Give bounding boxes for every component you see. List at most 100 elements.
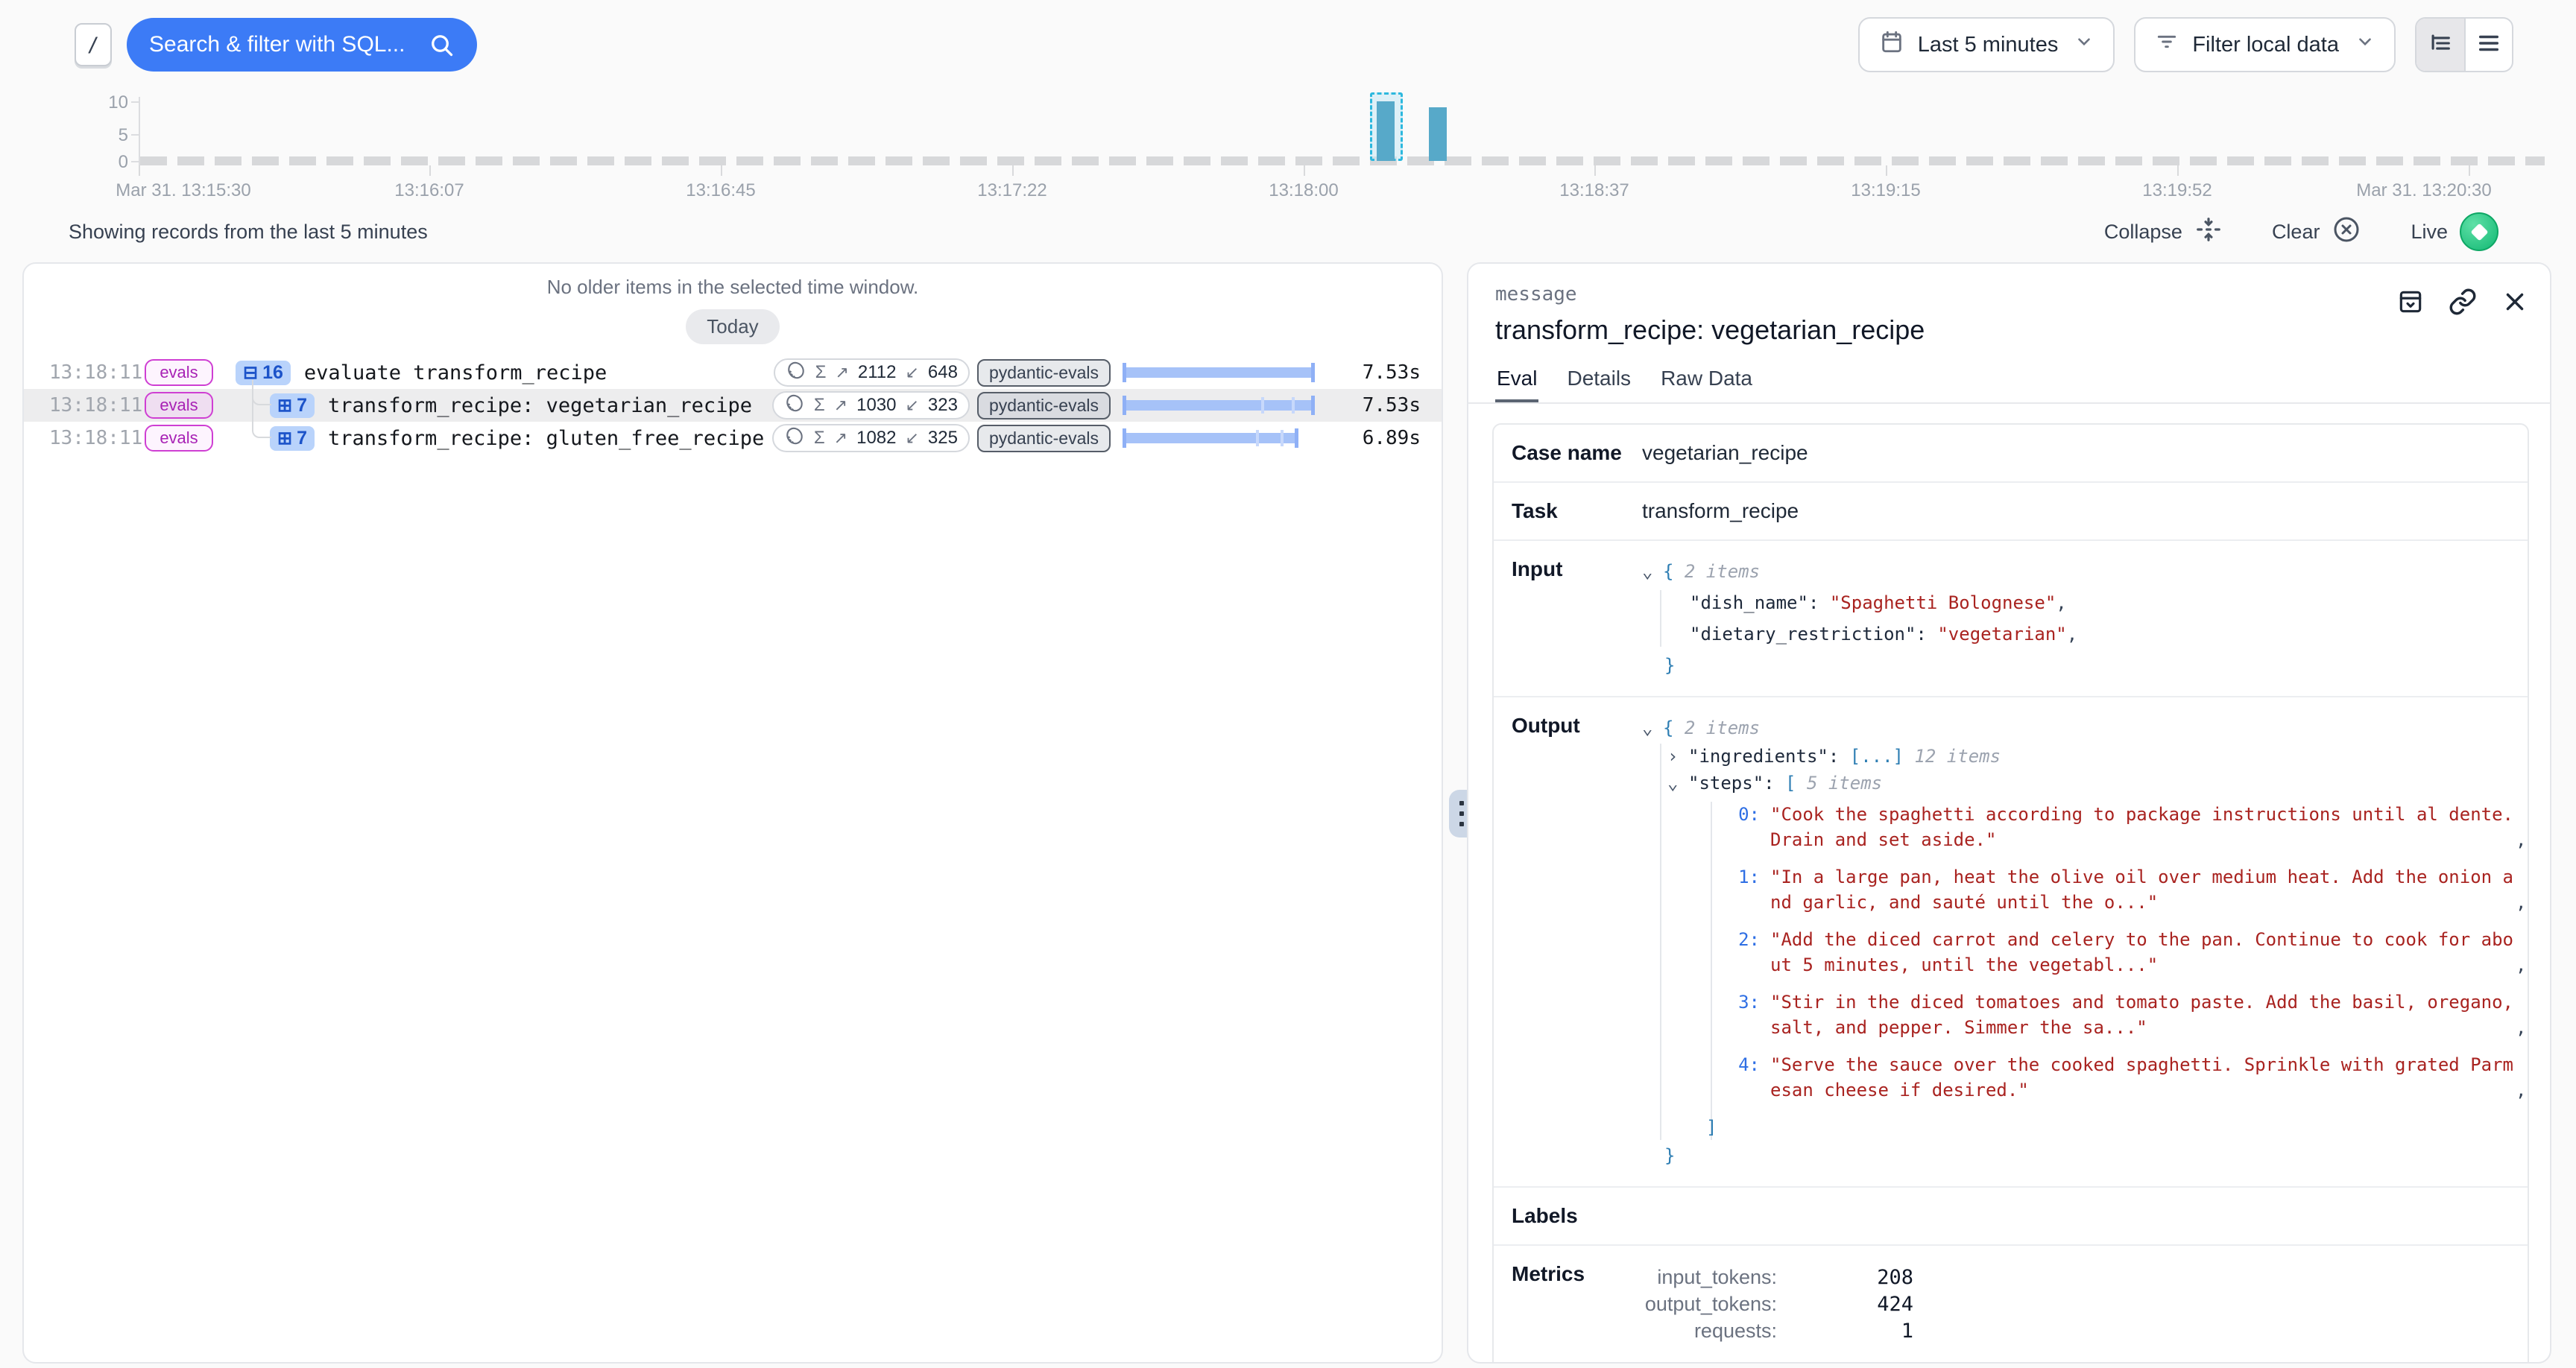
histogram-bar[interactable] bbox=[1377, 101, 1395, 161]
metric-item: requests: 1 bbox=[1642, 1320, 1913, 1343]
x-axis-tickmark bbox=[1886, 165, 1887, 176]
task-row: Task transform_recipe bbox=[1494, 481, 2528, 539]
token-metrics-pill: Σ ↗ 1030 ↙ 323 bbox=[772, 391, 970, 419]
record-kind-label: message bbox=[1495, 283, 2529, 305]
today-pill[interactable]: Today bbox=[686, 309, 779, 344]
x-axis-tick: 13:18:00 bbox=[1269, 180, 1338, 201]
metric-value: 1 bbox=[1777, 1320, 1913, 1343]
showing-records-text: Showing records from the last 5 minutes bbox=[69, 221, 428, 244]
trace-row[interactable]: 13:18:11 evals ⊞ 7 transform_recipe: glu… bbox=[24, 422, 1442, 455]
duration-bar[interactable] bbox=[1123, 360, 1315, 385]
expand-box-icon: ⊞ bbox=[277, 395, 292, 417]
x-axis-tick: 13:19:15 bbox=[1851, 180, 1920, 201]
comma: , bbox=[2516, 827, 2529, 852]
open-brace: { bbox=[1663, 561, 1673, 582]
row-timestamp: 13:18:11 bbox=[24, 427, 122, 449]
json-string-value: "vegetarian" bbox=[1937, 624, 2066, 645]
live-indicator-icon[interactable] bbox=[2460, 212, 2498, 251]
step-item: 2: "Add the diced carrot and celery to t… bbox=[1727, 927, 2529, 978]
live-toggle[interactable]: Live bbox=[2411, 212, 2498, 251]
filter-icon bbox=[2155, 30, 2179, 60]
time-range-dropdown[interactable]: Last 5 minutes bbox=[1858, 17, 2115, 72]
histogram-bar[interactable] bbox=[1429, 107, 1447, 161]
chart-plot-area[interactable]: Mar 31. 13:15:30 13:16:07 13:16:45 13:17… bbox=[139, 88, 2469, 200]
app-window: / Search & filter with SQL... Last bbox=[0, 0, 2576, 1368]
coin-icon bbox=[784, 425, 805, 452]
json-string-value: "In a large pan, heat the olive oil over… bbox=[1770, 864, 2516, 915]
detail-panel: message transform_recipe: vegetarian_rec… bbox=[1467, 262, 2551, 1364]
duration-bar[interactable] bbox=[1123, 425, 1315, 451]
search-button[interactable]: Search & filter with SQL... bbox=[127, 18, 477, 72]
collapse-button[interactable]: Collapse bbox=[2104, 215, 2223, 249]
output-json-viewer: ⌄{ 2 items ›"ingredients": [...] 12 item… bbox=[1642, 714, 2529, 1170]
clear-button[interactable]: Clear bbox=[2272, 215, 2362, 250]
span-count-badge[interactable]: ⊞ 7 bbox=[270, 393, 315, 418]
token-metrics-pill: Σ ↗ 2112 ↙ 648 bbox=[774, 358, 970, 387]
tab-raw-data[interactable]: Raw Data bbox=[1659, 367, 1754, 402]
array-index: 0: bbox=[1727, 802, 1760, 827]
json-string-value: "Cook the spaghetti according to package… bbox=[1770, 802, 2516, 852]
span-count: 7 bbox=[297, 395, 307, 417]
evals-tag[interactable]: evals bbox=[145, 392, 212, 419]
metrics-label: Metrics bbox=[1512, 1262, 1642, 1346]
span-name: evaluate transform_recipe bbox=[304, 361, 607, 384]
tree-view-icon bbox=[2428, 31, 2453, 60]
tokens-down-value: 323 bbox=[928, 395, 958, 416]
view-mode-toggle bbox=[2415, 17, 2513, 72]
trace-row[interactable]: 13:18:11 evals ⊟ 16 evaluate transform_r… bbox=[24, 356, 1442, 389]
status-bar: Showing records from the last 5 minutes … bbox=[69, 212, 2498, 252]
x-axis-tickmark bbox=[139, 165, 140, 176]
json-string-value: "Serve the sauce over the cooked spaghet… bbox=[1770, 1052, 2516, 1103]
service-tag[interactable]: pydantic-evals bbox=[977, 425, 1111, 452]
metric-item: output_tokens: 424 bbox=[1642, 1293, 1913, 1316]
trace-timeline-chart[interactable]: 10 5 0 Mar 31. 13:15:30 13:16:07 13:16:4… bbox=[104, 88, 2543, 207]
metric-value: 424 bbox=[1777, 1293, 1913, 1316]
x-axis-tickmark bbox=[721, 165, 722, 176]
top-bar: / Search & filter with SQL... Last bbox=[75, 16, 2513, 73]
assertions-row: Assertions ✕ ✓ ✓ bbox=[1494, 1363, 2528, 1364]
tree-view-toggle[interactable] bbox=[2416, 19, 2464, 71]
chevron-down-icon[interactable]: ⌄ bbox=[1642, 715, 1663, 741]
x-axis-tickmark bbox=[2469, 165, 2470, 176]
expand-box-icon: ⊞ bbox=[277, 428, 292, 449]
x-axis-tick: 13:18:37 bbox=[1559, 180, 1629, 201]
copy-link-icon[interactable] bbox=[2449, 288, 2477, 316]
tab-eval[interactable]: Eval bbox=[1495, 367, 1538, 402]
span-count-badge[interactable]: ⊞ 7 bbox=[270, 426, 315, 451]
input-json-viewer: ⌄{ 2 items "dish_name": "Spaghetti Bolog… bbox=[1642, 557, 2510, 680]
clear-button-label: Clear bbox=[2272, 221, 2320, 244]
evals-tag[interactable]: evals bbox=[145, 425, 212, 452]
trace-row-selected[interactable]: 13:18:11 evals ⊞ 7 transform_recipe: veg… bbox=[24, 389, 1442, 422]
detail-tabs: Eval Details Raw Data bbox=[1468, 367, 2550, 404]
json-entry: "dish_name": "Spaghetti Bolognese", bbox=[1690, 590, 2510, 615]
service-tag[interactable]: pydantic-evals bbox=[977, 359, 1111, 387]
search-button-label: Search & filter with SQL... bbox=[149, 32, 405, 57]
records-list-panel: No older items in the selected time wind… bbox=[22, 262, 1443, 1364]
tokens-down-value: 325 bbox=[928, 428, 958, 449]
archive-panel-icon[interactable] bbox=[2396, 288, 2425, 316]
live-label: Live bbox=[2411, 221, 2448, 244]
x-axis-tickmark bbox=[1594, 165, 1596, 176]
tokens-up-icon: ↗ bbox=[834, 428, 847, 448]
collapsed-array-preview[interactable]: [...] bbox=[1850, 746, 1904, 767]
json-key: "steps": bbox=[1688, 773, 1775, 794]
tokens-up-value: 1082 bbox=[856, 428, 896, 449]
input-label: Input bbox=[1512, 557, 1642, 680]
tab-details[interactable]: Details bbox=[1565, 367, 1632, 402]
tree-connector bbox=[252, 380, 271, 438]
chevron-right-icon[interactable]: › bbox=[1667, 744, 1688, 769]
chevron-down-icon[interactable]: ⌄ bbox=[1642, 559, 1663, 584]
list-view-toggle[interactable] bbox=[2464, 19, 2512, 71]
close-icon[interactable] bbox=[2501, 288, 2529, 316]
service-tag[interactable]: pydantic-evals bbox=[977, 392, 1111, 419]
items-count: 12 items bbox=[1914, 746, 2001, 767]
duration-bar[interactable] bbox=[1123, 393, 1315, 418]
output-label: Output bbox=[1512, 714, 1642, 1170]
evals-tag[interactable]: evals bbox=[145, 359, 212, 386]
array-index: 1: bbox=[1727, 864, 1760, 890]
x-axis-tick: 13:16:45 bbox=[686, 180, 755, 201]
metrics-row: Metrics input_tokens: 208 output_tokens:… bbox=[1494, 1244, 2528, 1363]
chevron-down-icon[interactable]: ⌄ bbox=[1667, 770, 1688, 796]
array-index: 4: bbox=[1727, 1052, 1760, 1077]
filter-local-data-dropdown[interactable]: Filter local data bbox=[2134, 17, 2396, 72]
